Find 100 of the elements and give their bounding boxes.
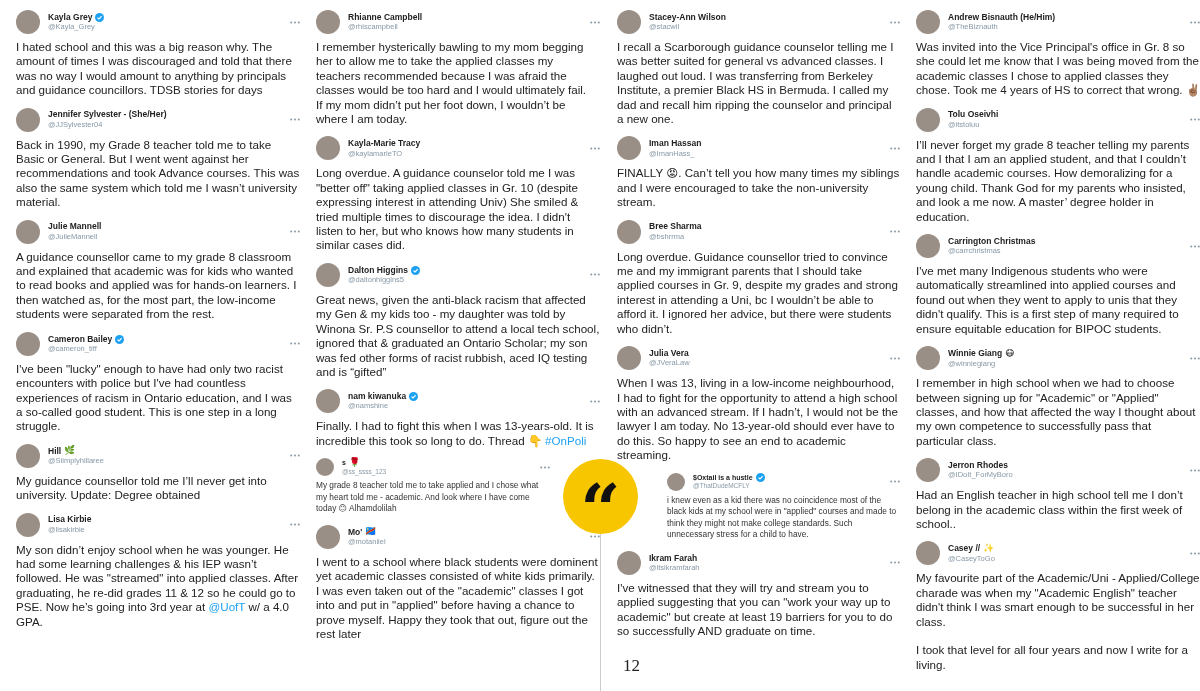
user-name: Dalton Higgins (348, 265, 408, 276)
avatar (916, 234, 940, 259)
more-options-icon[interactable] (290, 342, 300, 346)
tweet-text: Had an English teacher in high school tell me I don’t belong in the academic class within the first week of school.. (916, 488, 1184, 532)
tweet-text: I remember hysterically bawling to my mom begging her to allow me to take the applied classes my teachers recommended because I was afraid the classes would be too hard and I would ultimately fail. If my mom didn’t put her foot down, I wouldn’t be where I am today. (316, 40, 588, 127)
tweet-text: Long overdue. A guidance counselor told me I was "better off" taking applied classes in Gr. 10 (despite expressing interest in attending Univ) She smiled & tried multiple times to discourage the idea. I didn't listen to her, but who knows how many students in similar cases did. (316, 166, 580, 253)
tweet-text: Finally. I had to fight this when I was 13-years-old. It is incredible this took so long to do. Thread 👇 #OnPoli (316, 419, 595, 449)
user-name: Kayla Grey (48, 12, 93, 23)
user-name: Carrington Christmas (948, 236, 1036, 247)
avatar (617, 550, 641, 575)
more-options-icon[interactable] (290, 454, 300, 458)
more-options-icon[interactable] (590, 399, 600, 403)
avatar (617, 10, 641, 34)
more-options-icon[interactable] (1190, 551, 1200, 555)
tweet-text: Back in 1990, my Grade 8 teacher told me to take Basic or General. But I went went against her recommendations and took Advance courses. This was also the same system which told me I wasn’t university material. (16, 137, 300, 210)
name-emoji: 🇨🇩 (365, 527, 377, 538)
more-options-icon[interactable] (590, 146, 600, 150)
avatar (916, 10, 940, 34)
more-options-icon[interactable] (890, 356, 900, 360)
avatar (316, 10, 340, 34)
user-name: Jennifer Sylvester - (She/Her) (48, 110, 167, 120)
tweet-text: I've been "lucky" enough to have had only two racist encounters with police but I've had countless experiences of racism in Ontario education, and I was a so-called good student. This is one step in a long struggle. (16, 361, 293, 434)
avatar (916, 458, 940, 483)
more-options-icon[interactable] (1190, 468, 1200, 472)
page-number: 12 (622, 654, 641, 677)
avatar (16, 107, 40, 132)
more-options-icon[interactable] (540, 465, 550, 469)
avatar (916, 346, 940, 371)
avatar (617, 219, 641, 244)
verified-badge-icon (755, 473, 765, 483)
tweet-text: My son didn’t enjoy school when he was younger. He had some learning challenges & his IEP wasn’t followed. He was "streamed" into applied classes. After graduating, he re-did grades 11 & 12 so he could go to PSE. Now he’s going into 3rd year at @UofT w/ a 4.0 GPA. (16, 542, 300, 629)
user-name: Andrew Bisnauth (He/Him) (948, 12, 1056, 23)
tweet-text: My guidance counsellor told me I’ll never get into university. Update: Degree obtained (16, 473, 268, 503)
tweet-link[interactable]: #OnPoli (545, 433, 587, 447)
user-name: Stacey-Ann Wilson (649, 12, 726, 23)
user-name: Cameron Bailey (48, 334, 113, 344)
more-options-icon[interactable] (890, 230, 900, 234)
user-name: Ikram Farah (649, 553, 698, 564)
avatar (617, 136, 641, 161)
tweet-text: Was invited into the Vice Principal's office in Gr. 8 so she could let me know that I was being moved from the academic classes I chose to applied classes they chose. Took me 4 years of HS to correct that wrong. ✌🏽 (916, 40, 1200, 98)
avatar (916, 541, 940, 566)
avatar (316, 389, 340, 414)
tweet-text: Great news, given the anti-black racism that affected my Gen & my kids too - my daughter was told by Winona Sr. P.S counsellor to attend a local tech school, ignored that & graduated an Ontario Scholar; my son was fed other forms of racist rubbish, aced IQ testing and is “gifted” (316, 292, 600, 380)
user-name: Jerron Rhodes (948, 460, 1008, 471)
avatar (16, 512, 40, 537)
name-emoji: ✨ (983, 543, 995, 554)
avatar (16, 219, 40, 244)
more-options-icon[interactable] (890, 146, 900, 150)
tweet-text: My grade 8 teacher told me to take applied and I chose what my heart told me - academic. And look where I have come today 😊 Alhamdolilah (316, 480, 540, 515)
tweet-text: i knew even as a kid there was no coincidence most of the black kids at my school were in "applied" courses and made to think they might not make college standards. Such unnecessary stress for a child to have. (667, 494, 898, 541)
more-options-icon[interactable] (290, 118, 300, 122)
user-name: Bree Sharma (649, 222, 702, 232)
tweet-text: I've met many Indigenous students who were automatically streamlined into applied courses and found out when they went to apply to unis that they didn't qualify. This is a first step of many required to ensure equitable education for BIPOC students. (916, 264, 1180, 337)
more-options-icon[interactable] (890, 561, 900, 565)
tweet-text: I recall a Scarborough guidance counselor telling me I was better suited for general vs advanced classes. I laughed out loud. I was transferring from Berkeley Institute, a premier Black HS in Bermuda. I called my dad and recall him ripping the counselor and principal a new one. (617, 40, 895, 127)
avatar (316, 524, 340, 549)
more-options-icon[interactable] (890, 20, 900, 24)
tweet-text: I've witnessed that they will try and stream you to applied suggesting that you can "work your way up to academic" but create at least 19 barriers for you to do so successfully AND graduate on time. (617, 580, 894, 639)
tweet-text: A guidance counsellor came to my grade 8 classroom and explained that academic was for kids who wanted to read books and applied was for hands-on learners. I then watched as, for the most part, the low-income students were separated from the rest. (16, 249, 298, 322)
more-options-icon[interactable] (890, 480, 900, 484)
tweet-text: I remember in high school when we had to choose between signing up for "Academic" or "Applied" classes, and how that affected the way I thought about my own competence to successfully pass that particular class. (916, 376, 1197, 449)
name-emoji: 🌹 (348, 458, 360, 469)
user-name: Hill (48, 446, 62, 456)
user-name: Casey // (948, 544, 981, 554)
more-options-icon[interactable] (1190, 244, 1200, 248)
more-options-icon[interactable] (290, 230, 300, 234)
user-name: Tolu Oseivhi (948, 110, 999, 120)
verified-badge-icon (411, 265, 420, 275)
avatar (316, 458, 334, 477)
avatar (16, 331, 40, 356)
user-name: Lisa Kirbie (48, 515, 92, 525)
more-options-icon[interactable] (290, 523, 300, 527)
verified-badge-icon (95, 13, 105, 22)
avatar (316, 262, 340, 287)
tweet-text: My favourite part of the Academic/Uni - Applied/College charade was when my "Academic English" teacher didn't think I was smart enough to be successful in her class. I took that level for all four years and now I write for a living. (916, 571, 1200, 673)
tweet-text: I hated school and this was a big reason why. The amount of times I was discouraged and told that there was no way I would amount to anything by principals and guidance councillors. TDSB stories for days (16, 40, 293, 98)
user-name: Kayla-Marie Tracy (348, 139, 421, 149)
more-options-icon[interactable] (290, 20, 300, 24)
user-name: Rhianne Campbell (348, 12, 423, 23)
more-options-icon[interactable] (1190, 356, 1200, 360)
more-options-icon[interactable] (590, 535, 600, 539)
avatar (16, 10, 40, 34)
more-options-icon[interactable] (1190, 20, 1200, 24)
user-name: Mo' (348, 527, 363, 538)
user-name: Iman Hassan (649, 139, 702, 149)
more-options-icon[interactable] (590, 20, 600, 24)
tweet-text: FINALLY 😡. Can’t tell you how many times my siblings and I were encouraged to take the non-university stream. (617, 166, 900, 210)
tweet-text: I went to a school where black students were dominent yet academic classes consisted of white kids primarily. I was even taken out of the "academic" classes I got into and put in "applied" before having a chance to prove myself. Happy they took that out, figure out the rest later (316, 554, 599, 642)
more-options-icon[interactable] (1190, 118, 1200, 122)
tweet-text: I’ll never forget my grade 8 teacher telling my parents and I that I am an applied student, and that I couldn’t handle academic courses. How demoralizing for a young child. Thank God for my parents who insisted, and look a me now. A master’ degree holder in education. (916, 137, 1191, 225)
verified-badge-icon (115, 334, 125, 344)
user-name: Julie Mannell (48, 222, 102, 232)
quote-mark-icon: “ (563, 459, 638, 534)
tweet-text: Long overdue. Guidance counsellor tried to convince me and my immigrant parents that I should take applied courses in Gr. 9, despite my grades and strong interest in attending a Uni, bc I wouldn’t be able to afford it. I ignored her advice, but there were students who didn’t. (617, 249, 899, 337)
tweet-link[interactable]: @UofT (208, 600, 246, 614)
name-emoji: 😷 (1005, 348, 1015, 359)
verified-badge-icon (409, 392, 419, 402)
avatar (916, 107, 940, 132)
more-options-icon[interactable] (590, 273, 600, 277)
user-name: nam kiwanuka (348, 392, 407, 402)
